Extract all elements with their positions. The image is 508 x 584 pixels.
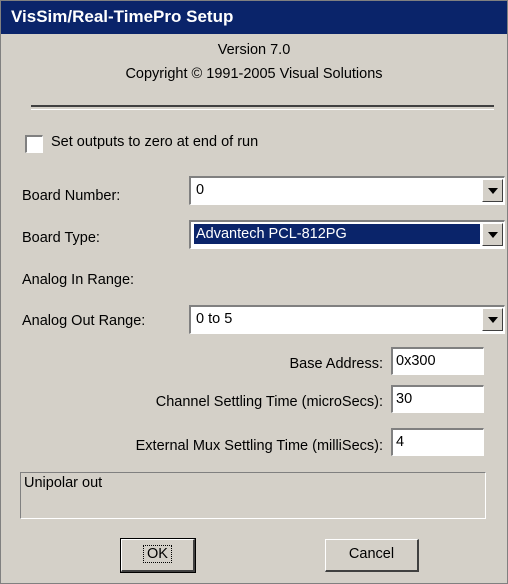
base-address-input[interactable]: 0x300	[391, 347, 484, 375]
status-box: Unipolar out	[20, 472, 486, 519]
board-type-label: Board Type:	[22, 230, 100, 246]
analog-in-range-label: Analog In Range:	[22, 272, 135, 288]
status-text: Unipolar out	[24, 475, 103, 491]
chevron-down-icon[interactable]	[482, 179, 503, 202]
base-address-label: Base Address:	[289, 356, 384, 372]
chevron-down-icon[interactable]	[482, 308, 503, 331]
board-number-select[interactable]: 0	[189, 176, 505, 205]
mux-settling-input[interactable]: 4	[391, 428, 484, 456]
base-address-value: 0x300	[396, 353, 436, 369]
analog-out-range-value: 0 to 5	[196, 311, 233, 327]
zero-outputs-checkbox[interactable]	[25, 135, 43, 153]
title-bar[interactable]: VisSim/Real-TimePro Setup	[1, 1, 507, 34]
zero-outputs-label[interactable]: Set outputs to zero at end of run	[51, 134, 258, 150]
channel-settling-value: 30	[396, 391, 413, 407]
mux-settling-value: 4	[396, 434, 405, 450]
cancel-button[interactable]: Cancel	[325, 539, 419, 572]
copyright-text: Copyright © 1991-2005 Visual Solutions	[125, 66, 383, 82]
board-number-value: 0	[196, 182, 205, 198]
channel-settling-input[interactable]: 30	[391, 385, 484, 413]
window-title: VisSim/Real-TimePro Setup	[11, 7, 234, 26]
channel-settling-label: Channel Settling Time (microSecs):	[155, 394, 383, 410]
setup-dialog: VisSim/Real-TimePro Setup Version 7.0 Co…	[0, 0, 508, 584]
ok-button-label: OK	[143, 545, 172, 563]
board-number-label: Board Number:	[22, 188, 121, 204]
version-text: Version 7.0	[217, 42, 291, 58]
board-type-select[interactable]: Advantech PCL-812PG	[189, 220, 505, 249]
mux-settling-label: External Mux Settling Time (milliSecs):	[135, 438, 383, 454]
analog-out-range-label: Analog Out Range:	[22, 313, 146, 329]
cancel-button-label: Cancel	[348, 546, 395, 562]
separator	[31, 105, 494, 110]
analog-out-range-select[interactable]: 0 to 5	[189, 305, 505, 334]
board-type-value: Advantech PCL-812PG	[194, 224, 480, 244]
chevron-down-icon[interactable]	[482, 223, 503, 246]
ok-button[interactable]: OK	[120, 538, 196, 573]
